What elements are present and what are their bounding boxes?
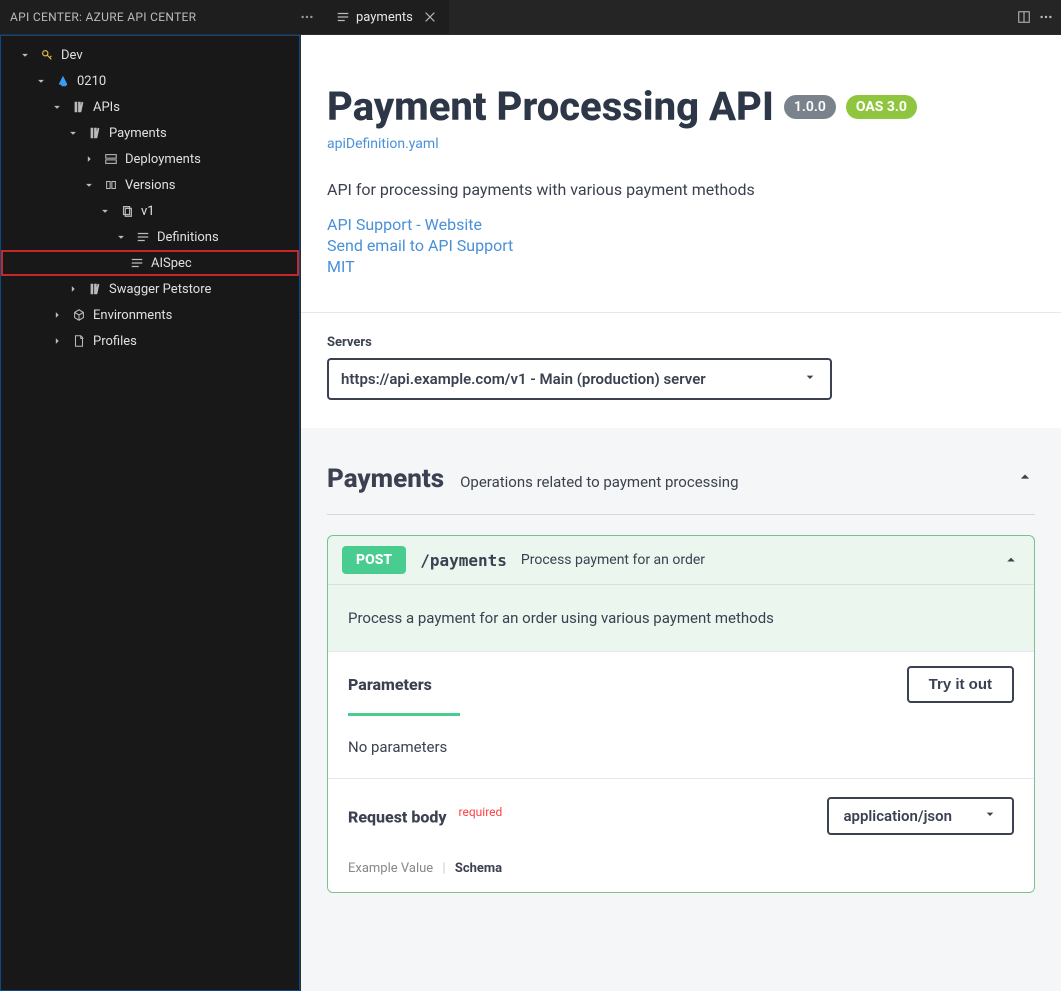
tree-label: Versions: [125, 178, 175, 193]
tree-label: Payments: [109, 126, 167, 141]
try-it-out-button[interactable]: Try it out: [907, 666, 1014, 703]
library-icon: [87, 126, 103, 140]
chevron-down-icon: [65, 126, 81, 140]
operation-summary[interactable]: POST /payments Process payment for an or…: [328, 536, 1034, 584]
content-type-value: application/json: [843, 807, 952, 825]
tree-definitions[interactable]: Definitions: [1, 224, 299, 250]
tree-dev[interactable]: Dev: [1, 42, 299, 68]
tree-label: Environments: [93, 308, 172, 323]
sidebar: Dev 0210 APIs Payments Deployments Versi…: [0, 35, 300, 991]
tree-label: AISpec: [151, 256, 192, 271]
tab-payments[interactable]: payments: [324, 0, 450, 34]
chevron-up-icon: [1015, 467, 1035, 487]
tab-divider: |: [442, 861, 445, 876]
operation-description: Process a payment for an order using var…: [328, 585, 1034, 651]
tree-versions[interactable]: Versions: [1, 172, 299, 198]
operation-title: Process payment for an order: [521, 552, 705, 568]
method-badge: POST: [342, 546, 406, 574]
tab-schema[interactable]: Schema: [455, 861, 502, 876]
request-body-label-text: Request body: [348, 808, 447, 827]
tree-label: Profiles: [93, 334, 137, 349]
editor-more-icon[interactable]: [1039, 10, 1053, 24]
definition-icon: [135, 230, 151, 244]
tree-payments[interactable]: Payments: [1, 120, 299, 146]
close-icon[interactable]: [423, 10, 437, 24]
library-icon: [71, 100, 87, 114]
tag-name: Payments: [327, 464, 444, 494]
tag-description: Operations related to payment processing: [460, 473, 738, 491]
version-icon: [119, 204, 135, 218]
versions-icon: [103, 178, 119, 192]
key-icon: [39, 48, 55, 62]
oas-badge: OAS 3.0: [846, 95, 917, 119]
chevron-right-icon: [49, 308, 65, 322]
license-link[interactable]: MIT: [327, 257, 1035, 276]
tree-label: Definitions: [157, 230, 219, 245]
chevron-down-icon: [33, 74, 49, 88]
definition-icon: [129, 256, 145, 270]
api-title: Payment Processing API: [327, 83, 774, 130]
tree-label: Dev: [61, 48, 83, 63]
panel-title: API CENTER: AZURE API CENTER: [10, 10, 196, 24]
chevron-down-icon: [81, 178, 97, 192]
chevron-right-icon: [49, 334, 65, 348]
tab-example-value[interactable]: Example Value: [348, 861, 433, 876]
editor-tab-strip: payments: [324, 0, 1061, 34]
chevron-down-icon: [113, 230, 129, 244]
tab-label: payments: [356, 10, 413, 25]
parameters-label: Parameters: [348, 675, 432, 694]
chevron-right-icon: [65, 282, 81, 296]
cube-icon: [71, 308, 87, 322]
tree-apis[interactable]: APIs: [1, 94, 299, 120]
chevron-up-icon: [1002, 551, 1020, 569]
tree-label: 0210: [77, 74, 106, 89]
tree-label: APIs: [93, 100, 120, 115]
azure-icon: [55, 74, 71, 88]
chevron-right-icon: [81, 152, 97, 166]
servers-label: Servers: [327, 335, 1035, 350]
panel-more-icon[interactable]: [300, 10, 314, 24]
tree-label: Swagger Petstore: [109, 282, 211, 297]
tab-file-icon: [336, 10, 350, 24]
tree-aispec[interactable]: AISpec: [1, 250, 299, 276]
tree-environments[interactable]: Environments: [1, 302, 299, 328]
split-editor-icon[interactable]: [1017, 10, 1031, 24]
tag-header[interactable]: Payments Operations related to payment p…: [327, 464, 1035, 515]
tree-deployments[interactable]: Deployments: [1, 146, 299, 172]
operation-path: /payments: [420, 551, 507, 570]
tree-profiles[interactable]: Profiles: [1, 328, 299, 354]
tree-swagger-petstore[interactable]: Swagger Petstore: [1, 276, 299, 302]
required-tag: required: [459, 805, 503, 819]
main-content: Payment Processing API 1.0.0 OAS 3.0 api…: [300, 35, 1061, 991]
support-website-link[interactable]: API Support - Website: [327, 215, 1035, 234]
api-definition-file-link[interactable]: apiDefinition.yaml: [327, 136, 439, 152]
chevron-down-icon: [802, 369, 818, 389]
chevron-down-icon: [49, 100, 65, 114]
library-icon: [87, 282, 103, 296]
tree-label: Deployments: [125, 152, 201, 167]
server-icon: [103, 152, 119, 166]
chevron-down-icon: [982, 806, 998, 826]
content-type-select[interactable]: application/json: [827, 797, 1014, 835]
tree-v1[interactable]: v1: [1, 198, 299, 224]
file-icon: [71, 334, 87, 348]
no-parameters-text: No parameters: [328, 716, 1034, 778]
server-selected-value: https://api.example.com/v1 - Main (produ…: [341, 370, 706, 388]
panel-title-bar: API CENTER: AZURE API CENTER: [0, 0, 324, 34]
version-badge: 1.0.0: [784, 95, 836, 119]
support-email-link[interactable]: Send email to API Support: [327, 236, 1035, 255]
tree-label: v1: [141, 204, 155, 219]
tree-center[interactable]: 0210: [1, 68, 299, 94]
chevron-down-icon: [97, 204, 113, 218]
api-description: API for processing payments with various…: [327, 180, 1035, 199]
request-body-label: Request body required: [348, 805, 502, 826]
chevron-down-icon: [17, 48, 33, 62]
server-select[interactable]: https://api.example.com/v1 - Main (produ…: [327, 358, 832, 400]
